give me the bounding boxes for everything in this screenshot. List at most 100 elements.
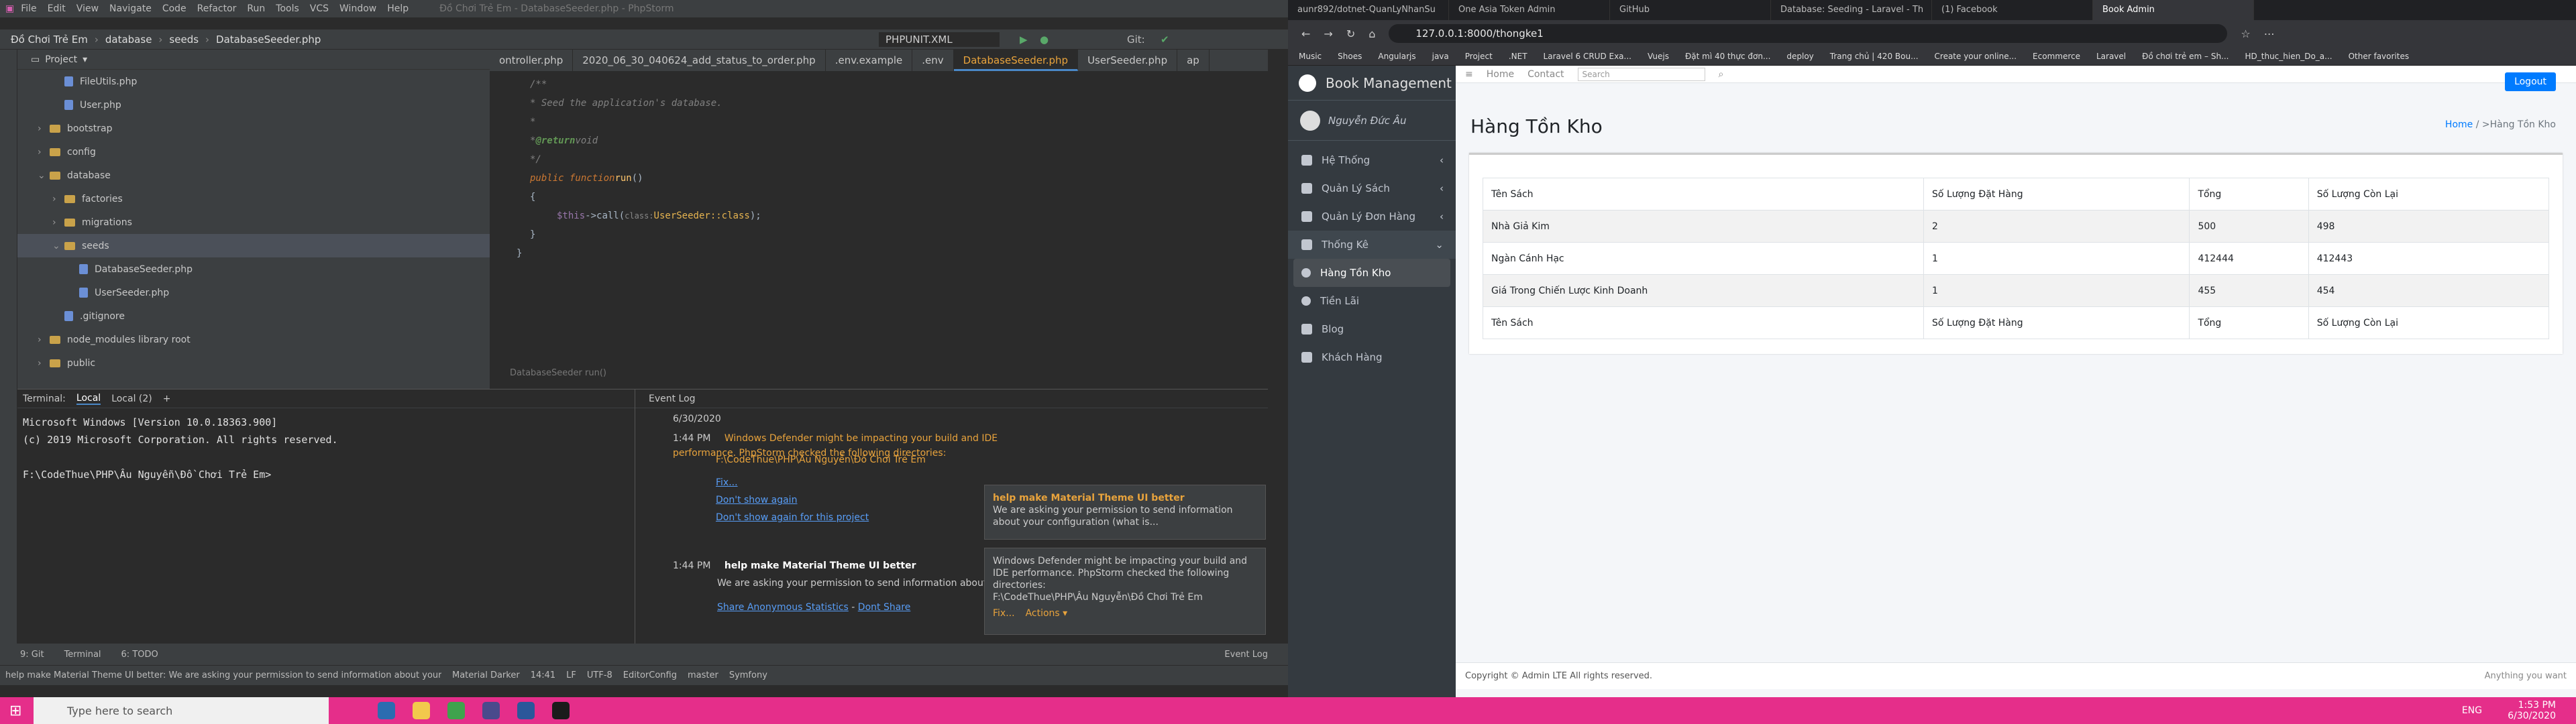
editor-tab[interactable]: .env: [912, 50, 954, 71]
encoding[interactable]: UTF-8: [587, 670, 612, 680]
bookmark-item[interactable]: Laravel: [2096, 52, 2126, 61]
search-input[interactable]: Search: [1577, 67, 1705, 81]
balloon-fix-link[interactable]: Fix...: [993, 608, 1015, 619]
editor-tab[interactable]: ap: [1177, 50, 1210, 71]
menu-item-vcs[interactable]: VCS: [310, 3, 329, 14]
sidebar-item[interactable]: Khách Hàng: [1288, 343, 1456, 371]
home-icon[interactable]: ⌂: [1368, 27, 1375, 40]
tree-arrow-icon[interactable]: ›: [52, 217, 64, 228]
word-icon[interactable]: [517, 702, 535, 719]
fix-link[interactable]: Fix...: [716, 474, 926, 491]
editor-tab[interactable]: 2020_06_30_040624_add_status_to_order.ph…: [573, 50, 826, 71]
tree-item[interactable]: › migrations: [17, 210, 490, 234]
back-icon[interactable]: ←: [1301, 27, 1310, 40]
tree-item[interactable]: DatabaseSeeder.php: [17, 257, 490, 281]
dont-show-link[interactable]: Don't show again: [716, 491, 926, 509]
run-config-select[interactable]: PHPUNIT.XML: [879, 32, 1000, 47]
bookmark-item[interactable]: Project: [1465, 52, 1493, 61]
sidebar-item[interactable]: Quản Lý Đơn Hàng ‹: [1288, 202, 1456, 231]
tree-arrow-icon[interactable]: ›: [38, 358, 50, 369]
git-commit-icon[interactable]: ✔: [1161, 34, 1169, 46]
main-menu[interactable]: File Edit View Navigate Code Refactor Run Tools…: [21, 3, 419, 14]
tree-arrow-icon[interactable]: ›: [38, 123, 50, 134]
tree-arrow-icon[interactable]: ›: [38, 335, 50, 345]
framework-status[interactable]: Symfony: [729, 670, 767, 680]
system-tray[interactable]: ENG 1:53 PM 6/30/2020: [2462, 700, 2556, 721]
caret-position[interactable]: 14:41: [531, 670, 555, 680]
address-bar[interactable]: 127.0.0.1:8000/thongke1: [1389, 24, 2228, 43]
git-tool-button[interactable]: 9: Git: [20, 650, 44, 660]
code-area[interactable]: /** * Seed the application's database. *…: [490, 71, 1268, 263]
bookmark-item[interactable]: Ecommerce: [2033, 52, 2080, 61]
editorconfig-status[interactable]: EditorConfig: [623, 670, 677, 680]
bookmark-item[interactable]: Vuejs: [1648, 52, 1669, 61]
sidebar-item[interactable]: Blog: [1288, 315, 1456, 343]
bookmark-item[interactable]: Shoes: [1338, 52, 1362, 61]
status-message[interactable]: help make Material Theme UI better: We a…: [5, 670, 441, 680]
sidebar-item[interactable]: Quản Lý Sách ‹: [1288, 174, 1456, 202]
tree-arrow-icon[interactable]: ›: [52, 194, 64, 204]
bookmark-item[interactable]: Music: [1299, 52, 1322, 61]
tree-item[interactable]: › public: [17, 351, 490, 375]
chrome-icon[interactable]: [378, 702, 395, 719]
editor-breadcrumb[interactable]: DatabaseSeeder run(): [510, 368, 606, 378]
terminal-icon[interactable]: [552, 702, 570, 719]
taskbar-search[interactable]: Type here to search: [34, 697, 329, 724]
bookmark-item[interactable]: Create your online...: [1935, 52, 2017, 61]
breadcrumb-home[interactable]: Home: [2445, 119, 2473, 130]
tree-item[interactable]: › factories: [17, 187, 490, 210]
menu-item-edit[interactable]: Edit: [48, 3, 66, 14]
bookmark-item[interactable]: Laravel 6 CRUD Exa...: [1544, 52, 1631, 61]
bookmark-item[interactable]: Other favorites: [2349, 52, 2410, 61]
tree-item[interactable]: ⌄ seeds: [17, 234, 490, 257]
bookmark-item[interactable]: Angularjs: [1378, 52, 1415, 61]
menu-item-window[interactable]: Window: [339, 3, 376, 14]
menu-item-refactor[interactable]: Refactor: [197, 3, 237, 14]
new-terminal-icon[interactable]: +: [163, 394, 171, 404]
terminal-tool-button[interactable]: Terminal: [64, 650, 101, 660]
bookmark-item[interactable]: Trang chủ | 420 Bou...: [1830, 52, 1919, 61]
tree-item[interactable]: › node_modules library root: [17, 328, 490, 351]
tree-item[interactable]: FileUtils.php: [17, 70, 490, 93]
editor-tab[interactable]: DatabaseSeeder.php: [953, 50, 1079, 71]
notification-material-theme[interactable]: help make Material Theme UI better We ar…: [984, 485, 1266, 540]
line-separator[interactable]: LF: [566, 670, 576, 680]
run-icon[interactable]: ▶: [1020, 34, 1028, 46]
menu-item-run[interactable]: Run: [247, 3, 265, 14]
tree-item[interactable]: UserSeeder.php: [17, 281, 490, 304]
theme-status[interactable]: Material Darker: [452, 670, 520, 680]
todo-tool-button[interactable]: 6: TODO: [121, 650, 158, 660]
sidebar-item[interactable]: Thống Kê ⌄: [1288, 231, 1456, 259]
favorite-star-icon[interactable]: ☆: [2241, 27, 2250, 40]
balloon-actions-link[interactable]: Actions ▾: [1026, 608, 1068, 619]
bookmark-item[interactable]: java: [1432, 52, 1449, 61]
nav-crumb-file[interactable]: DatabaseSeeder.php: [216, 34, 321, 46]
editor-tab[interactable]: UserSeeder.php: [1078, 50, 1178, 71]
bookmark-item[interactable]: Đặt mì 40 thực đơn...: [1685, 52, 1770, 61]
logout-button[interactable]: Logout: [2505, 72, 2556, 91]
file-explorer-icon[interactable]: [413, 702, 430, 719]
dont-share-link[interactable]: Dont Share: [858, 602, 911, 613]
nav-crumb-seeds[interactable]: seeds: [169, 34, 199, 46]
terminal-tab-local-2[interactable]: Local (2): [111, 394, 152, 404]
nav-contact-link[interactable]: Contact: [1527, 69, 1564, 80]
bookmark-item[interactable]: .NET: [1509, 52, 1527, 61]
browser-menu-icon[interactable]: ⋯: [2264, 27, 2275, 40]
tree-arrow-icon[interactable]: ›: [38, 147, 50, 158]
browser-tab[interactable]: GitHub: [1610, 0, 1771, 20]
tree-item[interactable]: .gitignore: [17, 304, 490, 328]
sidebar-item[interactable]: Hệ Thống ‹: [1288, 146, 1456, 174]
nav-menu-icon[interactable]: ≡: [1465, 69, 1473, 80]
forward-icon[interactable]: →: [1324, 27, 1332, 40]
debug-icon[interactable]: ●: [1040, 34, 1049, 46]
project-header[interactable]: ▭ Project ▾: [17, 50, 490, 70]
phpstorm-taskbar-icon[interactable]: [482, 702, 500, 719]
browser-tab[interactable]: Database: Seeding - Laravel - Th: [1771, 0, 1932, 20]
browser-tab[interactable]: aunr892/dotnet-QuanLyNhanSu: [1288, 0, 1449, 20]
tree-arrow-icon[interactable]: ⌄: [52, 241, 64, 251]
user-panel[interactable]: Nguyễn Đức Âu: [1288, 101, 1456, 141]
menu-item-file[interactable]: File: [21, 3, 36, 14]
brand[interactable]: Book Management: [1288, 66, 1456, 101]
menu-item-navigate[interactable]: Navigate: [109, 3, 152, 14]
terminal-output[interactable]: Microsoft Windows [Version 10.0.18363.90…: [17, 408, 635, 489]
